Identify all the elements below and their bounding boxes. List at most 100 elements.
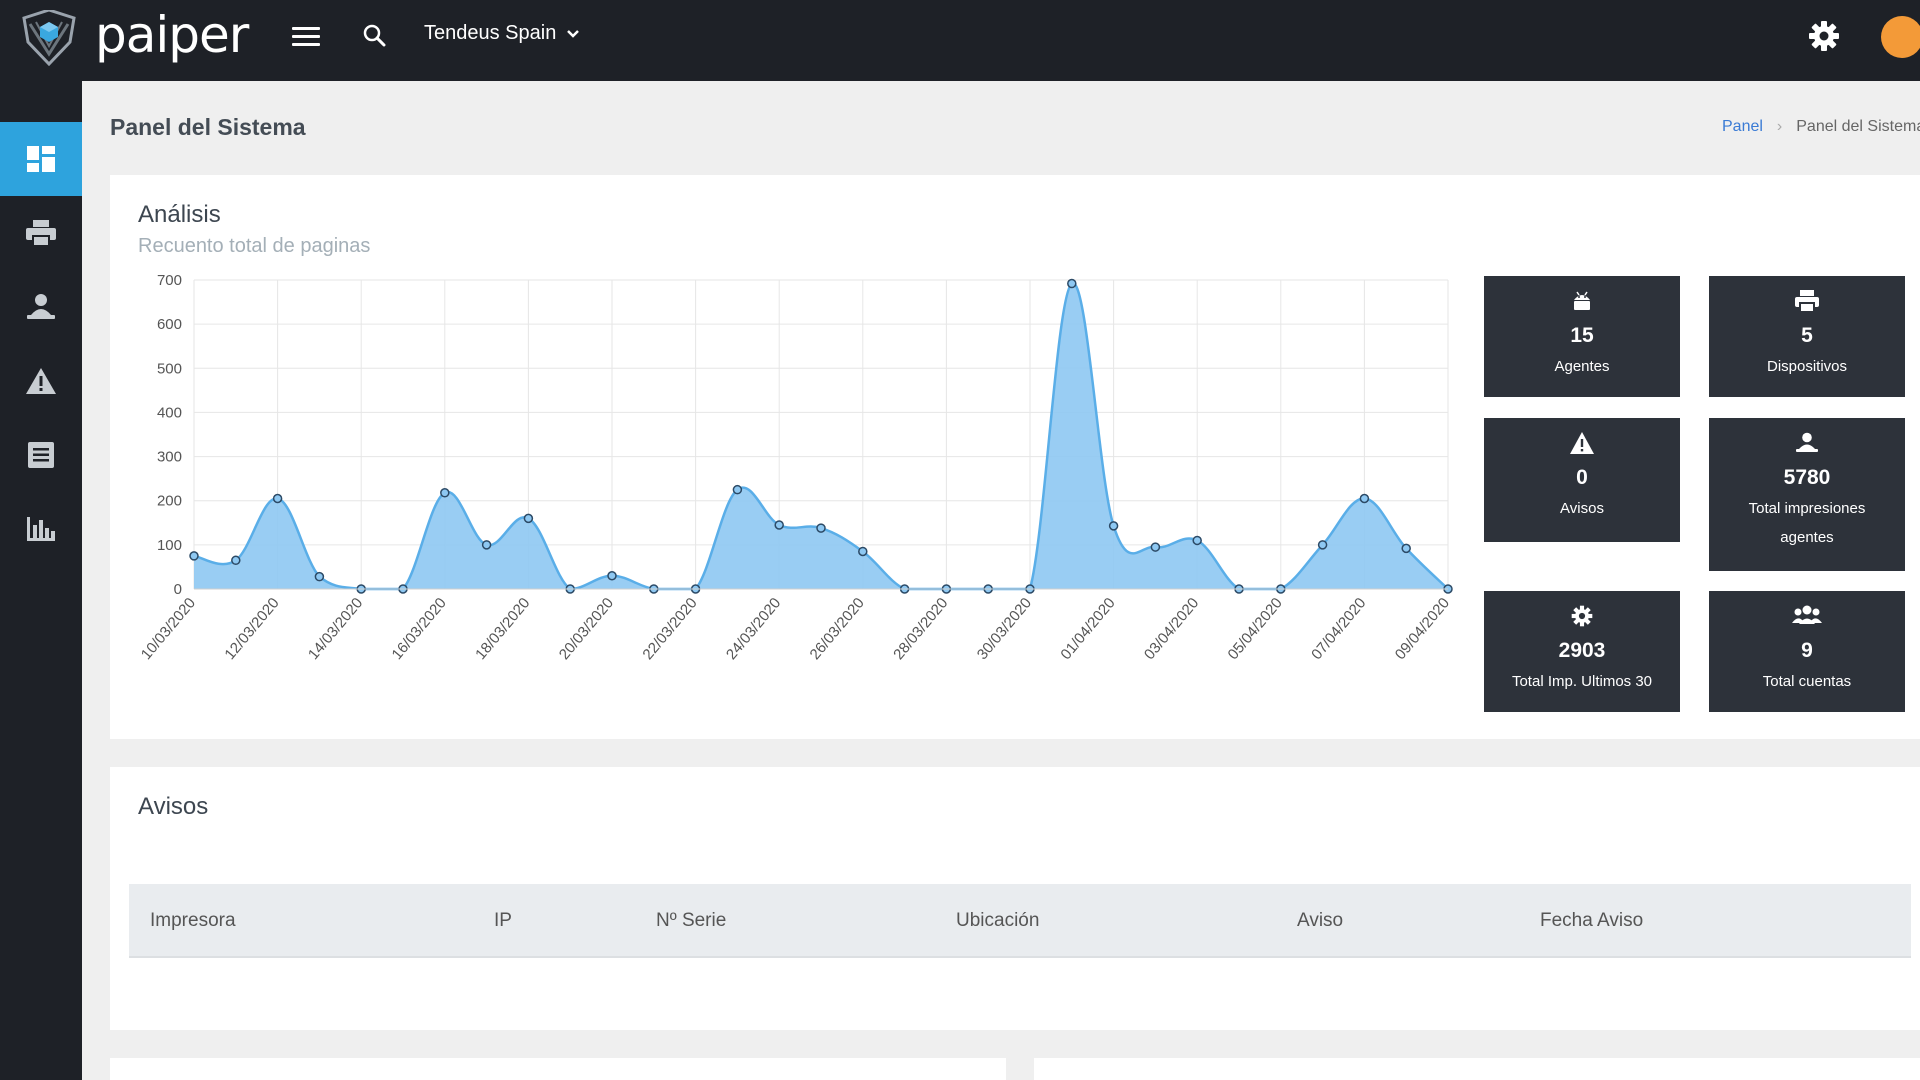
alerts-table-header: Impresora IP Nº Serie Ubicación Aviso Fe… <box>129 884 1911 958</box>
x-tick-label: 01/04/2020 <box>1057 595 1118 663</box>
chevron-down-icon <box>567 29 580 38</box>
column-header-ip[interactable]: IP <box>494 910 512 932</box>
stat-agents[interactable]: 15 Agentes <box>1484 276 1680 397</box>
data-point <box>858 546 868 557</box>
data-point <box>1359 493 1370 504</box>
printer-icon <box>1795 290 1819 312</box>
x-tick-label: 20/03/2020 <box>556 595 617 663</box>
logo-icon <box>22 10 76 66</box>
data-point <box>440 488 450 498</box>
stat-accounts-value: 9 <box>1801 639 1813 662</box>
data-point <box>231 555 241 566</box>
x-tick-label: 07/04/2020 <box>1308 595 1369 663</box>
data-point <box>732 484 743 495</box>
data-point <box>816 523 826 533</box>
sidebar <box>0 81 82 1080</box>
stat-devices[interactable]: 5 Dispositivos <box>1709 276 1905 397</box>
column-header-serial[interactable]: Nº Serie <box>656 910 726 932</box>
stat-prints-last-30[interactable]: 2903 Total Imp. Ultimos 30 <box>1484 591 1680 712</box>
stat-agent-prints[interactable]: 5780 Total impresiones agentes <box>1709 418 1905 571</box>
alerts-title: Avisos <box>138 793 209 820</box>
stat-alerts-label: Avisos <box>1560 500 1604 517</box>
sidebar-item-printers[interactable] <box>0 196 82 270</box>
top-bar: paiper Tendeus Spain <box>0 0 1920 81</box>
analysis-card: Análisis Recuento total de paginas 0 100 2… <box>110 175 1920 739</box>
x-tick-label: 22/03/2020 <box>639 595 700 663</box>
data-point <box>314 571 325 582</box>
x-tick-label: 09/04/2020 <box>1392 595 1453 663</box>
x-tick-label: 28/03/2020 <box>890 595 951 663</box>
users-icon <box>1792 605 1822 624</box>
y-tick-label: 300 <box>157 449 182 466</box>
x-tick-label: 12/03/2020 <box>221 595 282 663</box>
search-icon[interactable] <box>362 23 388 49</box>
breadcrumb: Panel › Panel del Sistema <box>1722 118 1920 136</box>
column-header-location[interactable]: Ubicación <box>956 910 1039 932</box>
data-point <box>189 551 199 561</box>
y-tick-label: 100 <box>157 537 182 554</box>
analysis-subtitle: Recuento total de paginas <box>138 235 371 257</box>
sidebar-item-alerts[interactable] <box>0 344 82 418</box>
user-icon <box>27 294 55 319</box>
x-tick-label: 18/03/2020 <box>472 595 533 663</box>
stat-accounts-label: Total cuentas <box>1762 673 1852 690</box>
stat-accounts[interactable]: 9 Total cuentas <box>1709 591 1905 712</box>
list-icon <box>28 442 54 468</box>
data-point <box>1192 535 1202 546</box>
sidebar-item-statistics[interactable] <box>0 492 82 566</box>
data-point <box>1108 521 1119 531</box>
data-point <box>1067 278 1077 289</box>
x-tick-label: 26/03/2020 <box>807 595 868 663</box>
x-tick-label: 30/03/2020 <box>974 595 1035 663</box>
sidebar-item-reports[interactable] <box>0 418 82 492</box>
data-point <box>1150 542 1161 552</box>
stat-prints-last-30-label: Total Imp. Ultimos 30 <box>1511 673 1653 690</box>
column-header-alert[interactable]: Aviso <box>1297 910 1343 932</box>
stat-alerts[interactable]: 0 Avisos <box>1484 418 1680 542</box>
stat-devices-value: 5 <box>1801 324 1813 347</box>
y-tick-label: 200 <box>157 493 182 510</box>
sidebar-item-dashboard[interactable] <box>0 122 82 196</box>
warning-icon <box>1570 432 1594 454</box>
chevron-right-icon: › <box>1776 118 1783 135</box>
breadcrumb-home-link[interactable]: Panel <box>1722 118 1763 136</box>
x-tick-label: 10/03/2020 <box>138 595 199 663</box>
bottom-left-card <box>110 1058 1006 1080</box>
sidebar-item-agents[interactable] <box>0 270 82 344</box>
y-tick-label: 0 <box>174 581 182 598</box>
bar-chart-icon <box>27 517 55 541</box>
data-point <box>481 540 492 550</box>
stat-agents-value: 15 <box>1570 324 1594 347</box>
logo-text: paiper <box>95 6 249 64</box>
stat-agent-prints-label: Total impresiones agentes <box>1748 500 1866 546</box>
x-tick-label: 16/03/2020 <box>389 595 450 663</box>
data-point <box>607 571 617 581</box>
company-selector[interactable]: Tendeus Spain <box>424 22 580 45</box>
gear-icon[interactable] <box>1808 20 1840 52</box>
android-icon <box>1574 291 1590 310</box>
data-point <box>774 520 784 530</box>
data-point <box>1317 540 1328 550</box>
stat-alerts-value: 0 <box>1576 466 1588 489</box>
bottom-right-card <box>1034 1058 1920 1080</box>
data-point <box>523 513 534 524</box>
warning-icon <box>26 368 56 394</box>
user-icon <box>1796 432 1818 452</box>
column-header-printer[interactable]: Impresora <box>150 910 236 932</box>
dashboard-icon <box>27 146 55 172</box>
page-title: Panel del Sistema <box>110 114 306 140</box>
data-point <box>1401 543 1411 554</box>
menu-icon[interactable] <box>292 27 320 47</box>
x-tick-label: 05/04/2020 <box>1225 595 1286 663</box>
y-tick-label: 700 <box>157 272 182 289</box>
company-name: Tendeus Spain <box>424 22 557 44</box>
avatar[interactable] <box>1881 16 1920 58</box>
x-tick-label: 03/04/2020 <box>1141 595 1202 663</box>
x-tick-label: 14/03/2020 <box>305 595 366 663</box>
x-tick-label: 24/03/2020 <box>723 595 784 663</box>
column-header-alert-date[interactable]: Fecha Aviso <box>1540 910 1643 932</box>
y-tick-label: 400 <box>157 404 182 421</box>
printer-icon <box>26 220 56 246</box>
series-area <box>194 283 1448 589</box>
page-count-chart: 0 100 200 300 400 500 600 700 10/03/2020 12/03/20… <box>138 272 1453 663</box>
